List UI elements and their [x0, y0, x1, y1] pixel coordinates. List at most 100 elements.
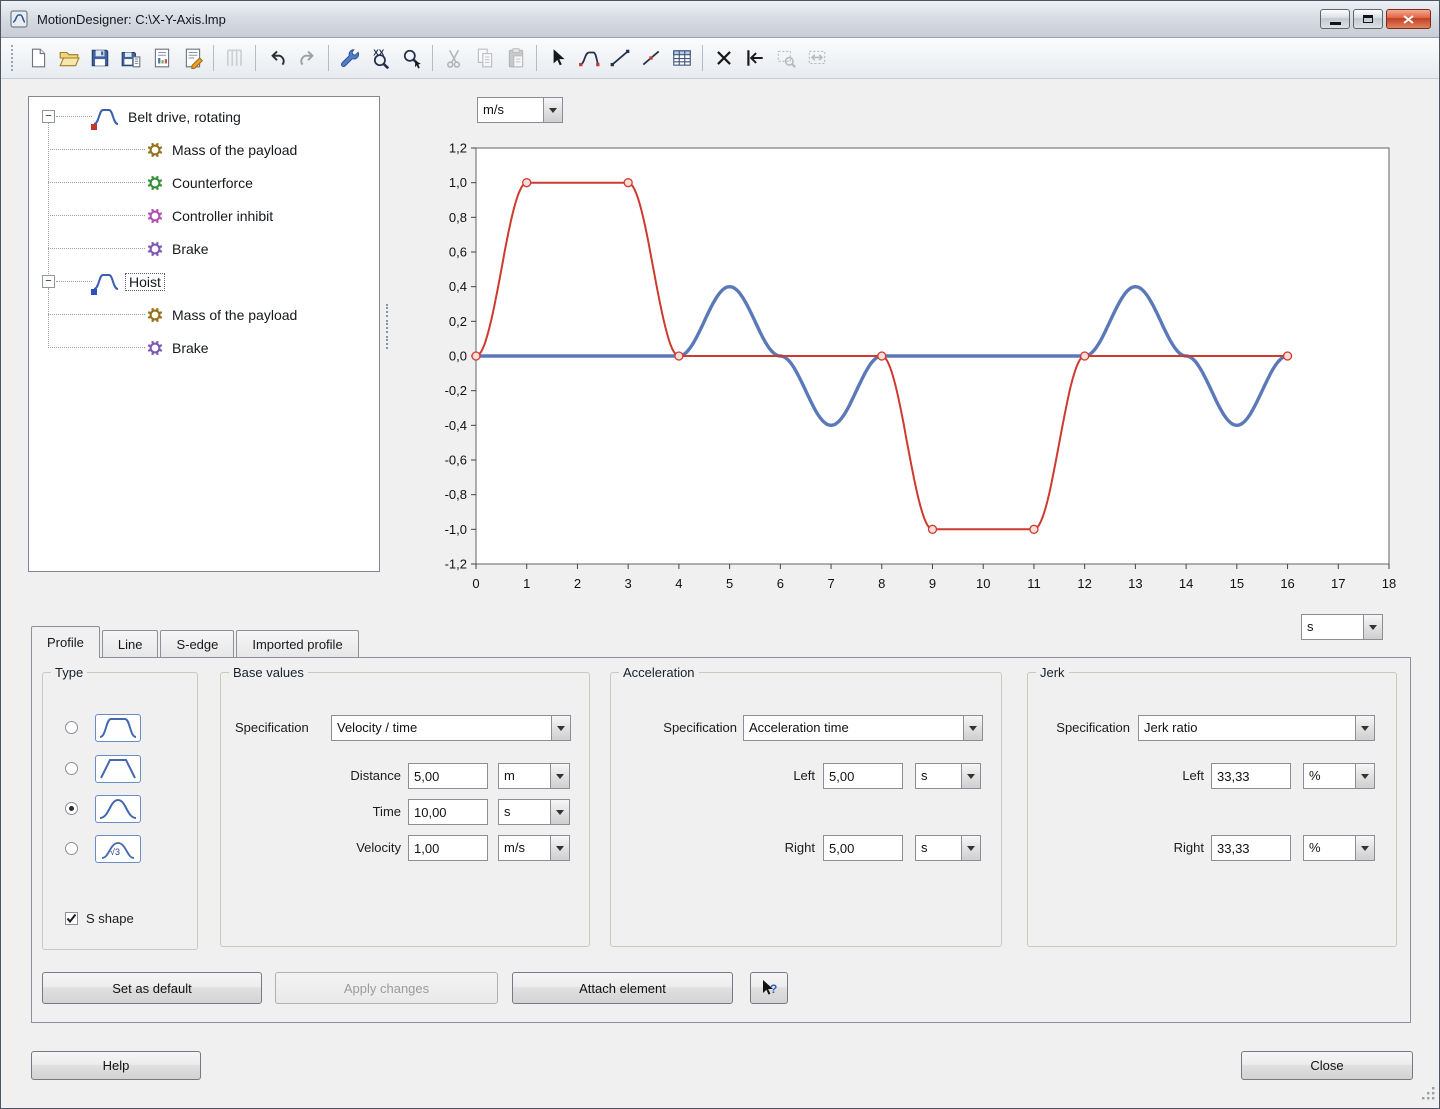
tree-collapse-icon[interactable]: −: [42, 275, 55, 288]
distance-input[interactable]: [408, 763, 488, 789]
toolbar-delete-button[interactable]: [709, 44, 738, 73]
dropdown-arrow-icon[interactable]: [550, 836, 569, 860]
jerk-limited-icon[interactable]: √3: [95, 835, 141, 863]
dropdown-arrow-icon[interactable]: [551, 716, 570, 740]
y-unit-combo[interactable]: m/s: [477, 97, 563, 123]
title-bar[interactable]: MotionDesigner: C:\X-Y-Axis.lmp: [1, 1, 1439, 38]
jerk-right-unit-combo[interactable]: %: [1303, 835, 1375, 861]
tree-item-mass-of-the-payload[interactable]: Mass of the payload: [29, 298, 379, 331]
toolbar-open-file-button[interactable]: [54, 44, 83, 73]
dropdown-arrow-icon[interactable]: [1355, 716, 1374, 740]
toolbar-select-cursor-button[interactable]: [543, 44, 572, 73]
profile-type-option-3[interactable]: √3: [43, 835, 197, 863]
jerk-left-input[interactable]: [1211, 763, 1291, 789]
velocity-unit-combo[interactable]: m/s: [498, 835, 570, 861]
acceleration-left-input[interactable]: [823, 763, 903, 789]
s-curve-triangle-icon[interactable]: [95, 795, 141, 823]
toolbar-settings-wrench-button[interactable]: [335, 44, 364, 73]
toolbar-save-as-button[interactable]: [116, 44, 145, 73]
data-point-marker[interactable]: [472, 352, 480, 360]
dropdown-arrow-icon[interactable]: [961, 764, 980, 788]
time-unit-combo[interactable]: s: [498, 799, 570, 825]
toolbar-segment-tool-button[interactable]: [574, 44, 603, 73]
close-dialog-button[interactable]: Close: [1241, 1051, 1413, 1080]
toolbar-grip[interactable]: [11, 45, 15, 71]
distance-unit-combo[interactable]: m: [498, 763, 570, 789]
tree-item-brake[interactable]: Brake: [29, 232, 379, 265]
resize-grip[interactable]: [1421, 1086, 1435, 1105]
velocity-input[interactable]: [408, 835, 488, 861]
jerk-left-unit-combo[interactable]: %: [1303, 763, 1375, 789]
help-button[interactable]: Help: [31, 1051, 201, 1080]
data-point-marker[interactable]: [624, 179, 632, 187]
s-ramp-trapezoid-icon[interactable]: [95, 714, 141, 742]
toolbar-undo-button[interactable]: [262, 44, 291, 73]
toolbar-table-tool-button[interactable]: [667, 44, 696, 73]
profile-type-option-2[interactable]: [43, 795, 197, 823]
splitter[interactable]: [382, 96, 394, 572]
radio-icon[interactable]: [65, 762, 78, 775]
tab-strip: ProfileLineS-edgeImported profile: [31, 626, 361, 658]
tree-item-belt-drive-rotating[interactable]: −Belt drive, rotating: [29, 100, 379, 133]
data-point-marker[interactable]: [523, 179, 531, 187]
tree-item-mass-of-the-payload[interactable]: Mass of the payload: [29, 133, 379, 166]
profile-type-option-1[interactable]: [43, 755, 197, 783]
time-input[interactable]: [408, 799, 488, 825]
toolbar-separator: [702, 45, 703, 71]
dropdown-arrow-icon[interactable]: [1355, 764, 1374, 788]
dropdown-arrow-icon[interactable]: [1363, 615, 1382, 639]
tree-item-brake[interactable]: Brake: [29, 331, 379, 364]
s-shape-checkbox[interactable]: [65, 912, 78, 925]
data-point-marker[interactable]: [929, 525, 937, 533]
motiondesigner-window: MotionDesigner: C:\X-Y-Axis.lmp XX −Belt…: [0, 0, 1440, 1109]
toolbar-spline-tool-button[interactable]: [636, 44, 665, 73]
toolbar-save-button[interactable]: [85, 44, 114, 73]
tab-profile[interactable]: Profile: [31, 626, 100, 658]
velocity-chart[interactable]: 1,21,00,80,60,40,20,0-0,2-0,4-0,6-0,8-1,…: [414, 134, 1411, 610]
maximize-button[interactable]: [1353, 9, 1383, 29]
minimize-button[interactable]: [1320, 9, 1350, 29]
dropdown-arrow-icon[interactable]: [1355, 836, 1374, 860]
x-unit-combo[interactable]: s: [1301, 614, 1383, 640]
data-point-marker[interactable]: [1081, 352, 1089, 360]
close-window-button[interactable]: [1386, 9, 1431, 29]
dropdown-arrow-icon[interactable]: [961, 836, 980, 860]
data-point-marker[interactable]: [1284, 352, 1292, 360]
jerk-right-input[interactable]: [1211, 835, 1291, 861]
toolbar-zoom-select-button[interactable]: [397, 44, 426, 73]
acceleration-spec-combo[interactable]: Acceleration time: [743, 715, 983, 741]
jerk-spec-combo[interactable]: Jerk ratio: [1138, 715, 1375, 741]
tab-line[interactable]: Line: [102, 630, 159, 657]
dropdown-arrow-icon[interactable]: [543, 98, 562, 122]
tree-item-controller-inhibit[interactable]: Controller inhibit: [29, 199, 379, 232]
toolbar-report-button[interactable]: [147, 44, 176, 73]
toolbar-zoom-100-button[interactable]: XX: [366, 44, 395, 73]
acceleration-left-unit-combo[interactable]: s: [915, 763, 981, 789]
toolbar-edit-document-button[interactable]: [178, 44, 207, 73]
profile-type-option-0[interactable]: [43, 714, 197, 742]
context-help-button[interactable]: ?: [750, 972, 788, 1004]
tab-s-edge[interactable]: S-edge: [160, 630, 234, 657]
radio-selected-icon[interactable]: [65, 802, 78, 815]
data-point-marker[interactable]: [1030, 525, 1038, 533]
toolbar-jump-to-start-button[interactable]: [740, 44, 769, 73]
tree-item-hoist[interactable]: −Hoist: [29, 265, 379, 298]
data-point-marker[interactable]: [878, 352, 886, 360]
dropdown-arrow-icon[interactable]: [550, 800, 569, 824]
tree-item-counterforce[interactable]: Counterforce: [29, 166, 379, 199]
attach-element-button[interactable]: Attach element: [512, 972, 733, 1004]
trapezoid-icon[interactable]: [95, 755, 141, 783]
acceleration-right-input[interactable]: [823, 835, 903, 861]
data-point-marker[interactable]: [675, 352, 683, 360]
acceleration-right-unit-combo[interactable]: s: [915, 835, 981, 861]
set-as-default-button[interactable]: Set as default: [42, 972, 262, 1004]
tab-imported-profile[interactable]: Imported profile: [236, 630, 358, 657]
tree-collapse-icon[interactable]: −: [42, 110, 55, 123]
toolbar-new-file-button[interactable]: [23, 44, 52, 73]
toolbar-line-tool-button[interactable]: [605, 44, 634, 73]
base-spec-combo[interactable]: Velocity / time: [331, 715, 571, 741]
radio-icon[interactable]: [65, 721, 78, 734]
dropdown-arrow-icon[interactable]: [550, 764, 569, 788]
dropdown-arrow-icon[interactable]: [963, 716, 982, 740]
radio-icon[interactable]: [65, 842, 78, 855]
